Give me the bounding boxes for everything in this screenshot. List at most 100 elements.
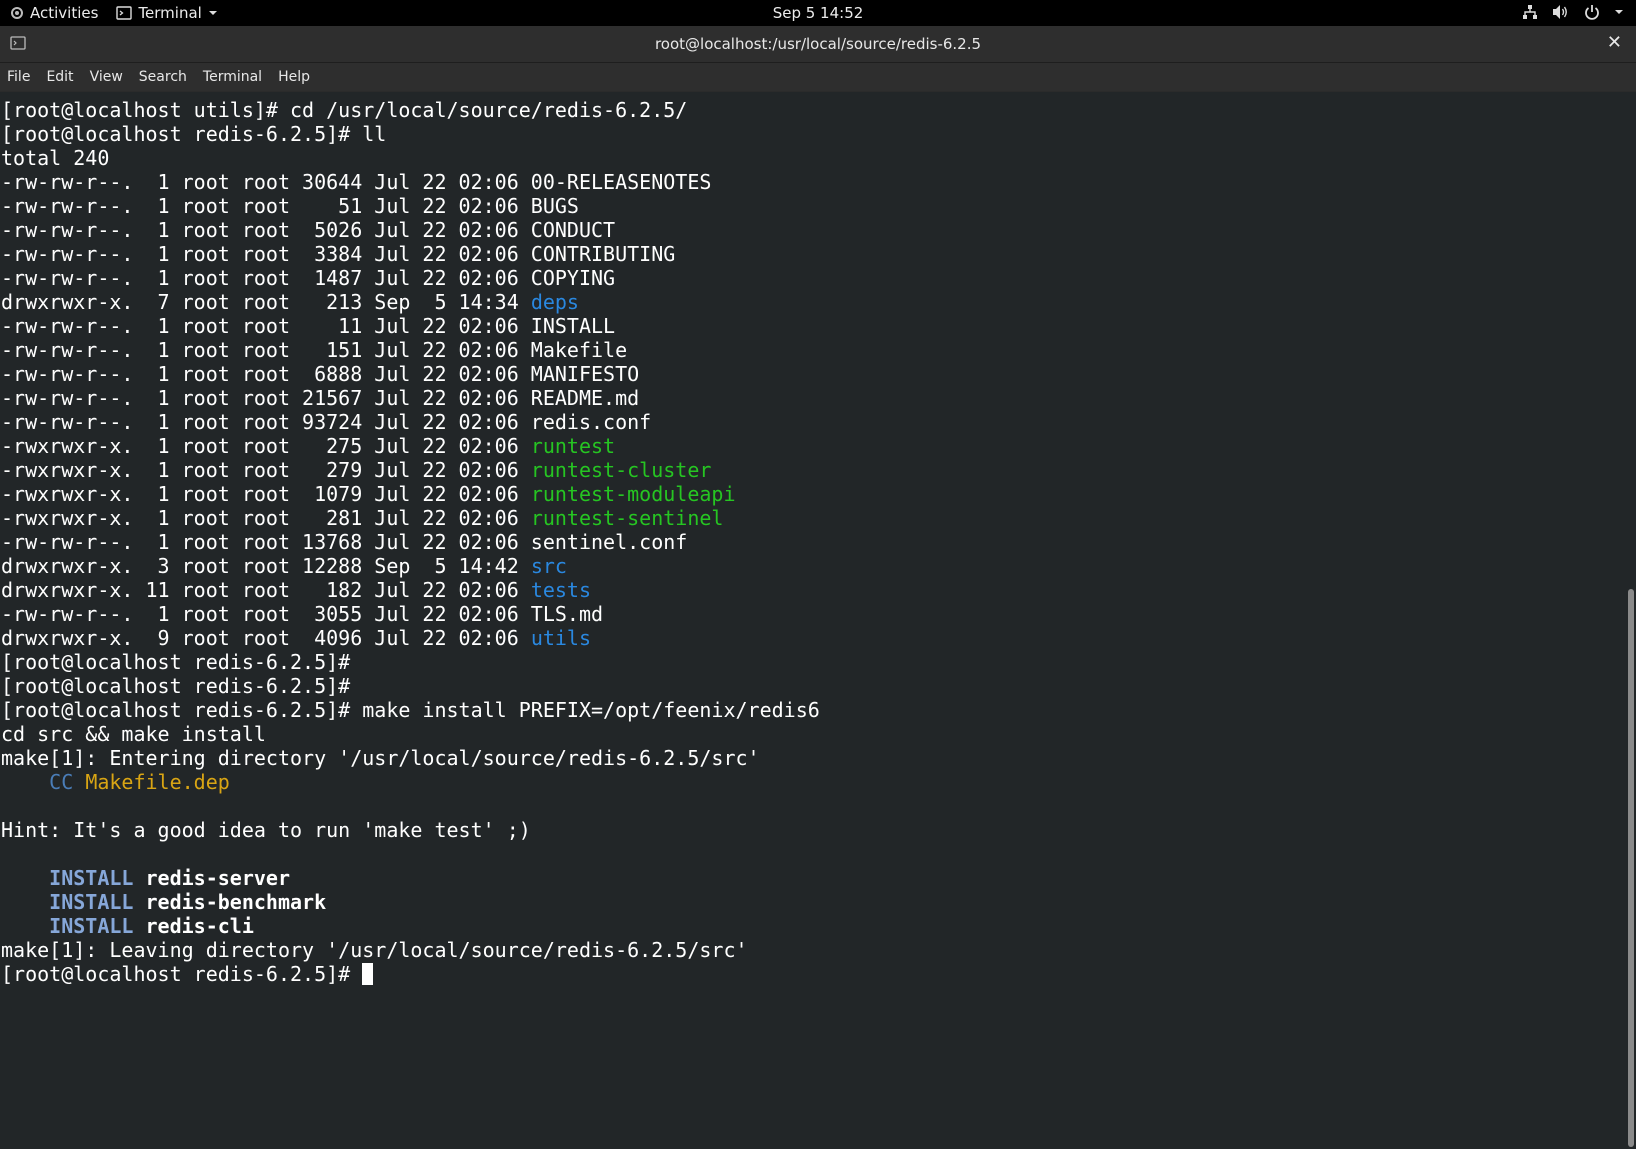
scrollbar-thumb[interactable] bbox=[1628, 588, 1634, 1147]
terminal-text: drwxrwxr-x. 3 root root 12288 Sep 5 14:4… bbox=[1, 554, 531, 578]
app-menu-label: Terminal bbox=[138, 4, 202, 22]
terminal-line: INSTALL redis-benchmark bbox=[1, 890, 1624, 914]
terminal-text: [root@localhost redis-6.2.5]# bbox=[1, 674, 351, 698]
app-menu-button[interactable]: Terminal bbox=[116, 4, 217, 22]
terminal-text-inst: INSTALL bbox=[49, 914, 134, 938]
terminal-text-bold: redis-server bbox=[145, 866, 291, 890]
terminal-line: -rw-rw-r--. 1 root root 30644 Jul 22 02:… bbox=[1, 170, 1624, 194]
activities-icon bbox=[10, 6, 24, 20]
terminal-text-inst: INSTALL bbox=[49, 866, 134, 890]
terminal-text-dep: Makefile.dep bbox=[85, 770, 230, 794]
power-icon bbox=[1584, 4, 1600, 20]
terminal-text: total 240 bbox=[1, 146, 110, 170]
terminal-text-bold: redis-cli bbox=[145, 914, 254, 938]
terminal-text: -rw-rw-r--. 1 root root 11 Jul 22 02:06 … bbox=[1, 314, 616, 338]
terminal-line: drwxrwxr-x. 3 root root 12288 Sep 5 14:4… bbox=[1, 554, 1624, 578]
scrollbar[interactable] bbox=[1624, 92, 1636, 1149]
terminal-text: cd src && make install bbox=[1, 722, 266, 746]
terminal-line: [root@localhost redis-6.2.5]# bbox=[1, 962, 1624, 986]
terminal-line: drwxrwxr-x. 11 root root 182 Jul 22 02:0… bbox=[1, 578, 1624, 602]
terminal-lines: [root@localhost utils]# cd /usr/local/so… bbox=[1, 98, 1624, 986]
chevron-down-icon bbox=[1614, 8, 1624, 16]
terminal-text: -rw-rw-r--. 1 root root 93724 Jul 22 02:… bbox=[1, 410, 652, 434]
terminal-text: [root@localhost redis-6.2.5]# bbox=[1, 650, 351, 674]
terminal-text: -rw-rw-r--. 1 root root 3055 Jul 22 02:0… bbox=[1, 602, 604, 626]
menu-file[interactable]: File bbox=[0, 63, 38, 91]
terminal-line: [root@localhost redis-6.2.5]# bbox=[1, 650, 1624, 674]
menu-help[interactable]: Help bbox=[270, 63, 318, 91]
terminal-text: -rw-rw-r--. 1 root root 51 Jul 22 02:06 … bbox=[1, 194, 579, 218]
terminal-line: -rw-rw-r--. 1 root root 21567 Jul 22 02:… bbox=[1, 386, 1624, 410]
terminal-text: [root@localhost redis-6.2.5]# ll bbox=[1, 122, 387, 146]
terminal-text: -rwxrwxr-x. 1 root root 1079 Jul 22 02:0… bbox=[1, 482, 531, 506]
terminal-line: INSTALL redis-server bbox=[1, 866, 1624, 890]
terminal-line: -rwxrwxr-x. 1 root root 281 Jul 22 02:06… bbox=[1, 506, 1624, 530]
terminal-line: total 240 bbox=[1, 146, 1624, 170]
terminal-text-dir: tests bbox=[530, 578, 592, 602]
top-panel: Activities Terminal Sep 5 14:52 bbox=[0, 0, 1636, 26]
terminal-text-exec: runtest-moduleapi bbox=[530, 482, 736, 506]
terminal-line: CC Makefile.dep bbox=[1, 770, 1624, 794]
terminal-line: drwxrwxr-x. 9 root root 4096 Jul 22 02:0… bbox=[1, 626, 1624, 650]
terminal-text: make[1]: Entering directory '/usr/local/… bbox=[1, 746, 760, 770]
terminal-text: -rw-rw-r--. 1 root root 151 Jul 22 02:06… bbox=[1, 338, 628, 362]
terminal-line: Hint: It's a good idea to run 'make test… bbox=[1, 818, 1624, 842]
terminal-text: [root@localhost redis-6.2.5]# bbox=[1, 962, 363, 986]
terminal-text-cc: CC bbox=[49, 770, 74, 794]
menu-view[interactable]: View bbox=[82, 63, 131, 91]
terminal-line: -rw-rw-r--. 1 root root 1487 Jul 22 02:0… bbox=[1, 266, 1624, 290]
terminal-text: -rw-rw-r--. 1 root root 6888 Jul 22 02:0… bbox=[1, 362, 640, 386]
terminal-text: -rwxrwxr-x. 1 root root 275 Jul 22 02:06 bbox=[1, 434, 531, 458]
activities-button[interactable]: Activities bbox=[10, 4, 98, 22]
terminal-text: -rw-rw-r--. 1 root root 13768 Jul 22 02:… bbox=[1, 530, 688, 554]
terminal-text-bold: redis-benchmark bbox=[145, 890, 327, 914]
terminal-text: -rwxrwxr-x. 1 root root 281 Jul 22 02:06 bbox=[1, 506, 531, 530]
terminal-text: -rw-rw-r--. 1 root root 1487 Jul 22 02:0… bbox=[1, 266, 616, 290]
terminal-line: INSTALL redis-cli bbox=[1, 914, 1624, 938]
terminal-output[interactable]: [root@localhost utils]# cd /usr/local/so… bbox=[0, 92, 1624, 1149]
terminal-line: [root@localhost redis-6.2.5]# bbox=[1, 674, 1624, 698]
terminal-line: [root@localhost redis-6.2.5]# ll bbox=[1, 122, 1624, 146]
terminal-text: -rw-rw-r--. 1 root root 5026 Jul 22 02:0… bbox=[1, 218, 616, 242]
terminal-line: -rwxrwxr-x. 1 root root 275 Jul 22 02:06… bbox=[1, 434, 1624, 458]
terminal-line: drwxrwxr-x. 7 root root 213 Sep 5 14:34 … bbox=[1, 290, 1624, 314]
system-menu[interactable] bbox=[1522, 4, 1624, 20]
terminal-text: make[1]: Leaving directory '/usr/local/s… bbox=[1, 938, 748, 962]
terminal-text: -rw-rw-r--. 1 root root 21567 Jul 22 02:… bbox=[1, 386, 640, 410]
menu-search[interactable]: Search bbox=[131, 63, 195, 91]
terminal-line: -rw-rw-r--. 1 root root 3055 Jul 22 02:0… bbox=[1, 602, 1624, 626]
terminal-text-dir: src bbox=[530, 554, 567, 578]
terminal-text: [root@localhost redis-6.2.5]# make insta… bbox=[1, 698, 820, 722]
terminal-text-exec: runtest-cluster bbox=[530, 458, 712, 482]
terminal-line: -rwxrwxr-x. 1 root root 1079 Jul 22 02:0… bbox=[1, 482, 1624, 506]
terminal-text: drwxrwxr-x. 9 root root 4096 Jul 22 02:0… bbox=[1, 626, 531, 650]
terminal-line: [root@localhost redis-6.2.5]# make insta… bbox=[1, 698, 1624, 722]
terminal-line: -rw-rw-r--. 1 root root 13768 Jul 22 02:… bbox=[1, 530, 1624, 554]
terminal-text: Hint: It's a good idea to run 'make test… bbox=[1, 818, 531, 842]
menu-terminal[interactable]: Terminal bbox=[195, 63, 270, 91]
terminal-text: -rw-rw-r--. 1 root root 30644 Jul 22 02:… bbox=[1, 170, 712, 194]
menu-bar: File Edit View Search Terminal Help bbox=[0, 63, 1636, 91]
clock[interactable]: Sep 5 14:52 bbox=[773, 4, 864, 22]
terminal-text-dir: deps bbox=[530, 290, 579, 314]
terminal-cursor bbox=[362, 963, 374, 985]
terminal-line: -rw-rw-r--. 1 root root 51 Jul 22 02:06 … bbox=[1, 194, 1624, 218]
terminal-line: -rw-rw-r--. 1 root root 11 Jul 22 02:06 … bbox=[1, 314, 1624, 338]
terminal-line: -rw-rw-r--. 1 root root 151 Jul 22 02:06… bbox=[1, 338, 1624, 362]
close-icon[interactable]: ✕ bbox=[1607, 32, 1622, 53]
terminal-text: drwxrwxr-x. 11 root root 182 Jul 22 02:0… bbox=[1, 578, 531, 602]
window-titlebar[interactable]: root@localhost:/usr/local/source/redis-6… bbox=[0, 26, 1636, 63]
terminal-text-exec: runtest-sentinel bbox=[530, 506, 724, 530]
menu-edit[interactable]: Edit bbox=[38, 63, 81, 91]
terminal-text-dir: utils bbox=[530, 626, 592, 650]
terminal-line: -rw-rw-r--. 1 root root 93724 Jul 22 02:… bbox=[1, 410, 1624, 434]
terminal-line: [root@localhost utils]# cd /usr/local/so… bbox=[1, 98, 1624, 122]
terminal-line: cd src && make install bbox=[1, 722, 1624, 746]
